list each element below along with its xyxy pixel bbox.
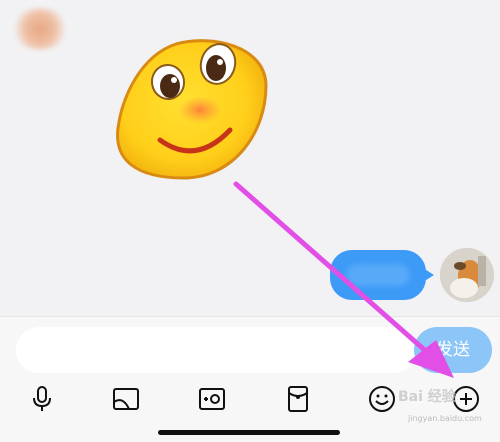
home-indicator	[158, 430, 340, 435]
chat-area	[0, 0, 500, 316]
microphone-icon[interactable]	[22, 379, 62, 419]
watermark-sub: jingyan.baidu.com	[408, 414, 482, 423]
camera-icon[interactable]	[192, 379, 232, 419]
send-button[interactable]: 发送	[414, 327, 492, 373]
outgoing-message-bubble[interactable]	[330, 250, 434, 300]
image-icon[interactable]	[106, 379, 146, 419]
message-text	[346, 264, 410, 286]
smiling-face-sticker[interactable]	[112, 36, 274, 184]
contact-avatar[interactable]	[12, 8, 68, 50]
cat-photo-icon	[440, 248, 494, 302]
watermark-text: Bai 经验	[398, 389, 456, 405]
message-input[interactable]	[16, 327, 416, 373]
red-packet-icon[interactable]	[278, 379, 318, 419]
my-avatar[interactable]	[440, 248, 494, 302]
emoji-icon[interactable]	[362, 379, 402, 419]
watermark: Bai 经验 jingyan.baidu.com	[398, 386, 498, 426]
